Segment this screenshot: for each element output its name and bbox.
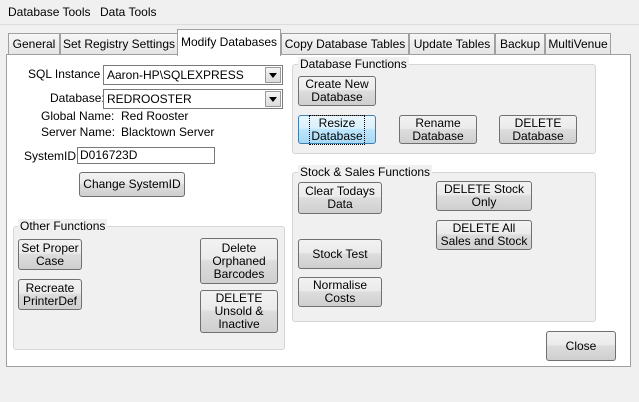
delete-unsold-inactive-button[interactable]: DELETE Unsold & Inactive: [200, 290, 278, 333]
tab-modify-databases[interactable]: Modify Databases: [177, 29, 281, 56]
delete-orphaned-barcodes-button[interactable]: Delete Orphaned Barcodes: [200, 238, 278, 284]
tab-backup[interactable]: Backup: [495, 33, 545, 55]
tab-update-tables[interactable]: Update Tables: [409, 33, 495, 55]
delete-database-button[interactable]: DELETE Database: [499, 115, 577, 144]
global-name-value: Red Rooster: [121, 109, 189, 123]
delete-stock-only-button[interactable]: DELETE Stock Only: [436, 181, 532, 211]
menu-bar: [0, 0, 639, 24]
menu-divider: [0, 24, 639, 25]
database-functions-title: Database Functions: [298, 57, 409, 71]
chevron-down-icon[interactable]: [265, 67, 281, 83]
stock-test-button[interactable]: Stock Test: [298, 239, 382, 269]
server-name-label: Server Name:: [41, 125, 116, 139]
sql-instance-label: SQL Instance :: [28, 67, 107, 81]
close-button[interactable]: Close: [546, 331, 616, 361]
database-value: REDROOSTER: [107, 92, 192, 106]
stock-sales-functions-title: Stock & Sales Functions: [298, 165, 433, 179]
set-proper-case-button[interactable]: Set Proper Case: [18, 239, 82, 270]
menu-database-tools[interactable]: Database Tools: [8, 5, 91, 19]
recreate-printerdef-button[interactable]: Recreate PrinterDef: [18, 279, 82, 310]
global-name-label: Global Name:: [41, 109, 115, 123]
resize-database-button[interactable]: Resize Database: [298, 114, 376, 145]
other-functions-title: Other Functions: [18, 219, 108, 233]
create-new-database-button[interactable]: Create New Database: [298, 76, 376, 106]
server-name-value: Blacktown Server: [121, 125, 215, 139]
change-system-id-button[interactable]: Change SystemID: [79, 172, 185, 197]
tab-multivenue[interactable]: MultiVenue: [545, 33, 611, 55]
tab-copy-database-tables[interactable]: Copy Database Tables: [281, 33, 409, 55]
sql-instance-combo[interactable]: Aaron-HP\SQLEXPRESS: [103, 65, 283, 85]
sql-instance-value: Aaron-HP\SQLEXPRESS: [107, 68, 244, 82]
normalise-costs-button[interactable]: Normalise Costs: [298, 277, 382, 307]
rename-database-button[interactable]: Rename Database: [399, 115, 477, 144]
resize-database-label: Resize Database: [309, 114, 365, 145]
menu-data-tools[interactable]: Data Tools: [100, 5, 156, 19]
chevron-down-icon[interactable]: [265, 91, 281, 107]
system-id-input[interactable]: D016723D: [77, 147, 215, 164]
system-id-label: SystemID:: [24, 149, 80, 163]
database-combo[interactable]: REDROOSTER: [103, 89, 283, 109]
delete-all-sales-stock-button[interactable]: DELETE All Sales and Stock: [436, 220, 532, 250]
tab-general[interactable]: General: [8, 33, 60, 55]
clear-todays-data-button[interactable]: Clear Todays Data: [298, 182, 382, 214]
tab-set-registry-settings[interactable]: Set Registry Settings: [60, 33, 178, 55]
database-label: Database:: [50, 91, 105, 105]
